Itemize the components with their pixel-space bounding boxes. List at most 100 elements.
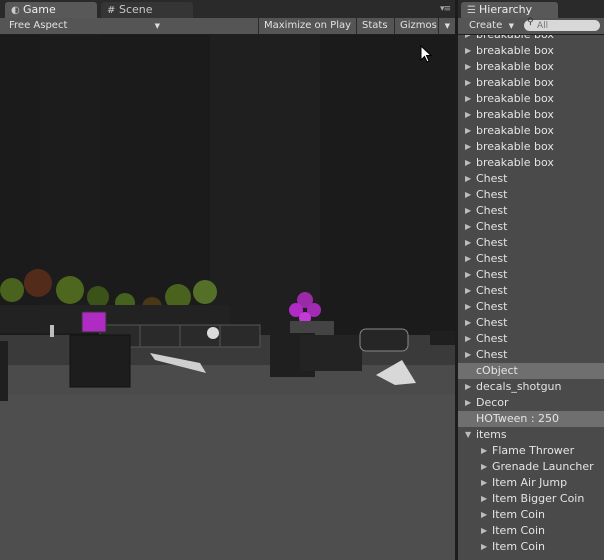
gizmos-label: Gizmos bbox=[400, 20, 437, 31]
hierarchy-item[interactable]: ▶ Chest bbox=[458, 267, 604, 283]
collapsed-arrow-icon[interactable]: ▶ bbox=[465, 331, 471, 347]
hierarchy-item[interactable]: ▶ Grenade Launcher bbox=[458, 459, 604, 475]
aspect-dropdown[interactable]: Free Aspect ▼ bbox=[4, 18, 164, 34]
hierarchy-item[interactable]: ▶ Chest bbox=[458, 331, 604, 347]
hierarchy-item-label: Chest bbox=[476, 348, 508, 361]
hierarchy-item[interactable]: ▶ Chest bbox=[458, 315, 604, 331]
collapsed-arrow-icon[interactable]: ▶ bbox=[465, 219, 471, 235]
stats-label: Stats bbox=[362, 20, 388, 31]
hierarchy-item[interactable]: ▶ Item Coin bbox=[458, 523, 604, 539]
hierarchy-item[interactable]: ▶ breakable box bbox=[458, 123, 604, 139]
hierarchy-item[interactable]: ▶ breakable box bbox=[458, 139, 604, 155]
hierarchy-item[interactable]: ▶ Chest bbox=[458, 251, 604, 267]
hierarchy-item-label: Item Coin bbox=[492, 508, 545, 521]
gizmos-toggle[interactable]: Gizmos bbox=[394, 18, 438, 34]
gizmos-dropdown[interactable]: ▼ bbox=[438, 18, 455, 34]
collapsed-arrow-icon[interactable]: ▶ bbox=[481, 475, 487, 491]
game-viewport[interactable] bbox=[0, 35, 455, 560]
collapsed-arrow-icon[interactable]: ▶ bbox=[465, 235, 471, 251]
collapsed-arrow-icon[interactable]: ▶ bbox=[465, 59, 471, 75]
hierarchy-item[interactable]: ▶ breakable box bbox=[458, 107, 604, 123]
hierarchy-item[interactable]: ▶ breakable box bbox=[458, 59, 604, 75]
hierarchy-item[interactable]: ▶ decals_shotgun bbox=[458, 379, 604, 395]
hierarchy-item[interactable]: ▶ Chest bbox=[458, 171, 604, 187]
hierarchy-item-label: cObject bbox=[476, 364, 518, 377]
tab-game-label: Game bbox=[23, 3, 56, 16]
hierarchy-item[interactable]: ▶ breakable box bbox=[458, 91, 604, 107]
hierarchy-item-label: Chest bbox=[476, 188, 508, 201]
hierarchy-item[interactable]: ▶ Item Air Jump bbox=[458, 475, 604, 491]
hierarchy-item-label: Flame Thrower bbox=[492, 444, 575, 457]
hierarchy-tabstrip: ☰ Hierarchy bbox=[458, 0, 604, 18]
hierarchy-item[interactable]: ▶ Decor bbox=[458, 395, 604, 411]
tab-scene[interactable]: # Scene bbox=[101, 2, 193, 18]
hierarchy-item[interactable]: ▶ Chest bbox=[458, 347, 604, 363]
search-field[interactable]: ⚲ bbox=[524, 17, 600, 31]
collapsed-arrow-icon[interactable]: ▶ bbox=[465, 299, 471, 315]
hierarchy-item-label: breakable box bbox=[476, 140, 554, 153]
collapsed-arrow-icon[interactable]: ▶ bbox=[465, 251, 471, 267]
collapsed-arrow-icon[interactable]: ▶ bbox=[465, 187, 471, 203]
collapsed-arrow-icon[interactable]: ▶ bbox=[481, 507, 487, 523]
collapsed-arrow-icon[interactable]: ▶ bbox=[465, 123, 471, 139]
hierarchy-item-label: Chest bbox=[476, 284, 508, 297]
collapsed-arrow-icon[interactable]: ▶ bbox=[465, 267, 471, 283]
stats-toggle[interactable]: Stats bbox=[356, 18, 394, 34]
hierarchy-item-label: breakable box bbox=[476, 92, 554, 105]
collapsed-arrow-icon[interactable]: ▶ bbox=[465, 155, 471, 171]
game-toolbar: Free Aspect ▼ Maximize on Play Stats Giz… bbox=[0, 18, 455, 35]
hierarchy-item[interactable]: cObject bbox=[458, 363, 604, 379]
search-input[interactable] bbox=[537, 20, 597, 31]
hierarchy-item[interactable]: ▶ Item Coin bbox=[458, 507, 604, 523]
hierarchy-item-label: Grenade Launcher bbox=[492, 460, 594, 473]
panel-menu-icon[interactable]: ▾≡ bbox=[440, 4, 451, 14]
collapsed-arrow-icon[interactable]: ▶ bbox=[465, 315, 471, 331]
hierarchy-item[interactable]: HOTween : 250 bbox=[458, 411, 604, 427]
collapsed-arrow-icon[interactable]: ▶ bbox=[481, 443, 487, 459]
collapsed-arrow-icon[interactable]: ▶ bbox=[465, 379, 471, 395]
collapsed-arrow-icon[interactable]: ▶ bbox=[465, 347, 471, 363]
hierarchy-item-label: Chest bbox=[476, 204, 508, 217]
collapsed-arrow-icon[interactable]: ▶ bbox=[465, 203, 471, 219]
hierarchy-item[interactable]: ▶ breakable box bbox=[458, 35, 604, 43]
hierarchy-list[interactable]: ▶ breakable box ▶ breakable box ▶ breakable b… bbox=[458, 35, 604, 560]
hierarchy-item[interactable]: ▶ Item Coin bbox=[458, 539, 604, 555]
hierarchy-item[interactable]: ▶ breakable box bbox=[458, 43, 604, 59]
tab-hierarchy-label: Hierarchy bbox=[479, 3, 533, 16]
hierarchy-item[interactable]: ▶ Flame Thrower bbox=[458, 443, 604, 459]
hierarchy-item[interactable]: ▶ Chest bbox=[458, 187, 604, 203]
collapsed-arrow-icon[interactable]: ▶ bbox=[465, 283, 471, 299]
collapsed-arrow-icon[interactable]: ▶ bbox=[465, 395, 471, 411]
hierarchy-item[interactable]: ▶ breakable box bbox=[458, 155, 604, 171]
collapsed-arrow-icon[interactable]: ▶ bbox=[481, 491, 487, 507]
collapsed-arrow-icon[interactable]: ▶ bbox=[481, 523, 487, 539]
hierarchy-item[interactable]: ▶ Chest bbox=[458, 235, 604, 251]
hierarchy-item[interactable]: ▶ Chest bbox=[458, 219, 604, 235]
hierarchy-item[interactable]: ▶ Chest bbox=[458, 299, 604, 315]
collapsed-arrow-icon[interactable]: ▶ bbox=[465, 91, 471, 107]
hierarchy-item-label: Item Bigger Coin bbox=[492, 492, 585, 505]
tab-hierarchy[interactable]: ☰ Hierarchy bbox=[461, 2, 558, 18]
hierarchy-item[interactable]: ▶ Chest bbox=[458, 203, 604, 219]
maximize-on-play-toggle[interactable]: Maximize on Play bbox=[258, 18, 356, 34]
collapsed-arrow-icon[interactable]: ▶ bbox=[465, 171, 471, 187]
hierarchy-item[interactable]: ▶ Item Bigger Coin bbox=[458, 491, 604, 507]
hierarchy-item[interactable]: ▶ Chest bbox=[458, 283, 604, 299]
hierarchy-item-label: Decor bbox=[476, 396, 509, 409]
hierarchy-item-label: Chest bbox=[476, 316, 508, 329]
hierarchy-item-label: Item Coin bbox=[492, 524, 545, 537]
expanded-arrow-icon[interactable]: ▼ bbox=[465, 427, 471, 443]
collapsed-arrow-icon[interactable]: ▶ bbox=[481, 459, 487, 475]
scene-tab-icon: # bbox=[107, 5, 116, 16]
hierarchy-item-label: Chest bbox=[476, 252, 508, 265]
create-dropdown[interactable]: Create ▼ bbox=[464, 18, 518, 34]
hierarchy-item[interactable]: ▶ breakable box bbox=[458, 75, 604, 91]
tab-game[interactable]: ◐ Game bbox=[5, 2, 97, 18]
collapsed-arrow-icon[interactable]: ▶ bbox=[465, 139, 471, 155]
collapsed-arrow-icon[interactable]: ▶ bbox=[465, 75, 471, 91]
collapsed-arrow-icon[interactable]: ▶ bbox=[465, 43, 471, 59]
hierarchy-item[interactable]: ▼ items bbox=[458, 427, 604, 443]
collapsed-arrow-icon[interactable]: ▶ bbox=[465, 107, 471, 123]
collapsed-arrow-icon[interactable]: ▶ bbox=[465, 35, 471, 43]
collapsed-arrow-icon[interactable]: ▶ bbox=[481, 539, 487, 555]
